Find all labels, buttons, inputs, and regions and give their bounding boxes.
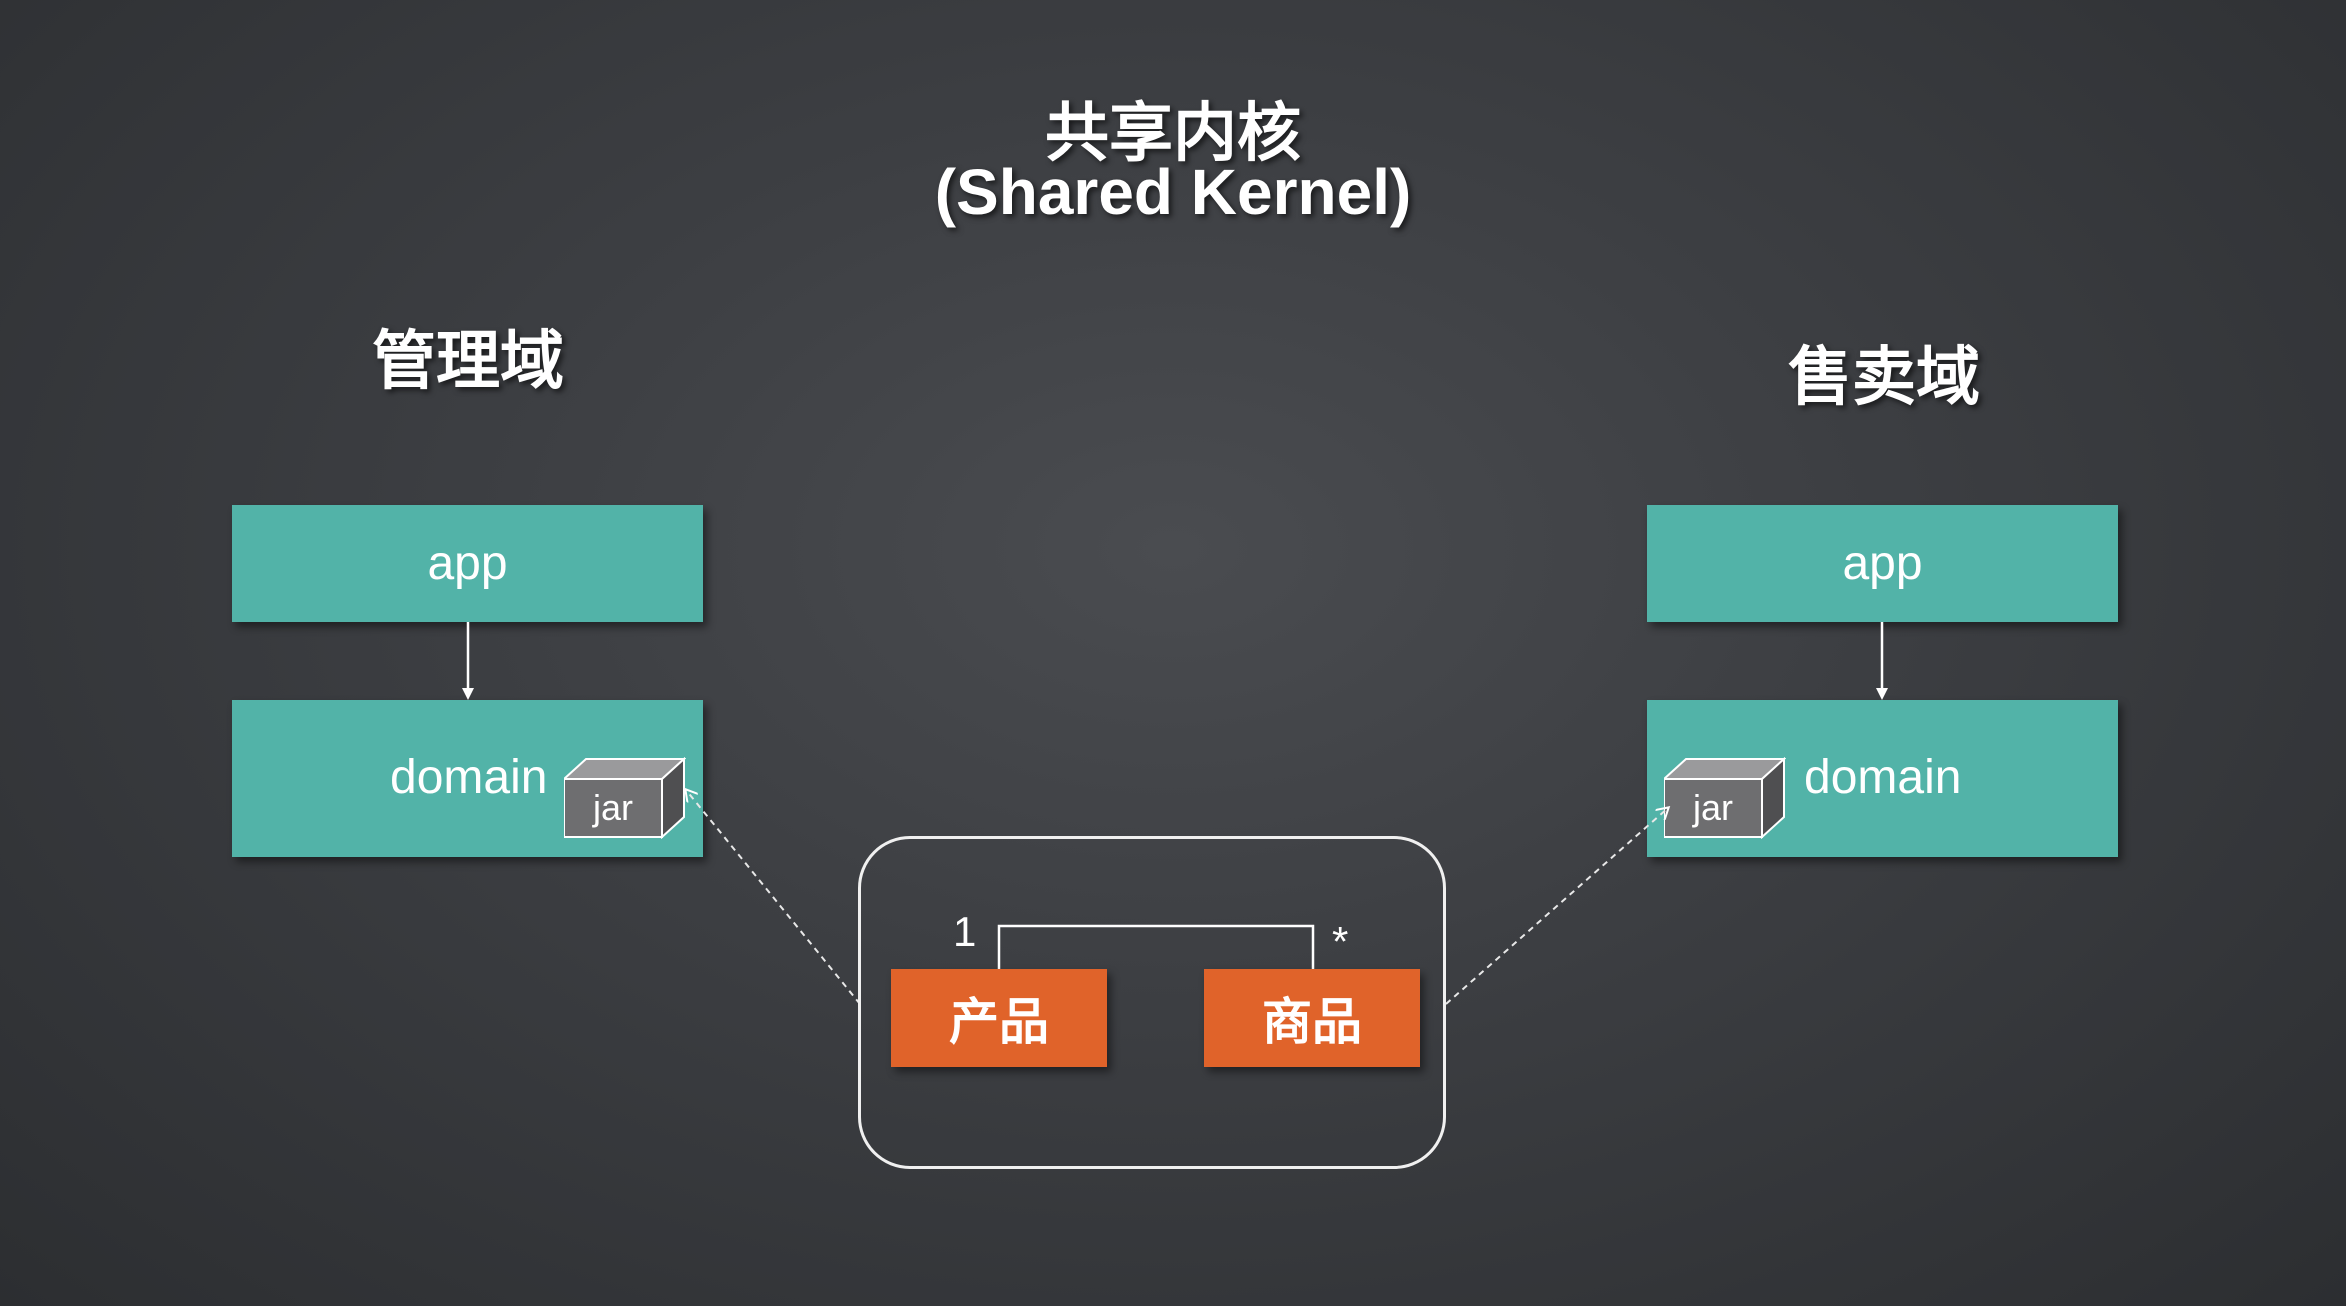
kernel-to-left-jar-link (686, 790, 861, 1005)
kernel-to-right-jar-link (1445, 808, 1668, 1005)
goods-entity-label: 商品 (1262, 994, 1362, 1050)
product-entity-box: 产品 (891, 969, 1107, 1067)
multiplicity-many-label: * (1332, 918, 1349, 965)
product-entity-label: 产品 (949, 994, 1049, 1050)
goods-entity-box: 商品 (1204, 969, 1420, 1067)
multiplicity-one-label: 1 (953, 908, 977, 955)
